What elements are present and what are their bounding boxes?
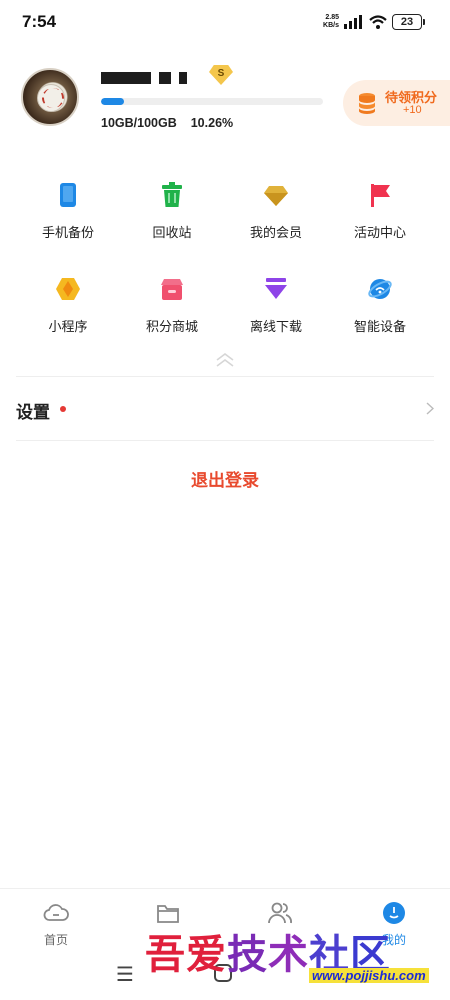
feature-label: 积分商城 (145, 319, 198, 334)
logout-button[interactable]: 退出登录 (0, 466, 450, 491)
feature-recycle-bin[interactable]: 回收站 (120, 178, 224, 272)
vip-badge-icon[interactable]: S (209, 65, 233, 85)
chevron-right-icon (426, 402, 434, 415)
menu-icon[interactable]: ☰ (116, 962, 134, 987)
feature-points-mall[interactable]: 积分商城 (120, 272, 224, 366)
status-bar: 7:54 2.85 KB/s 23 (0, 0, 450, 44)
feature-label: 小程序 (48, 319, 88, 334)
signal-icon (344, 15, 362, 29)
watermark-url: www.pojjishu.com (309, 968, 429, 983)
points-value: +10 (403, 104, 422, 116)
feature-label: 手机备份 (41, 225, 94, 240)
storage-progress-bar (101, 98, 323, 105)
divider (16, 440, 434, 441)
status-time: 7:54 (22, 12, 57, 31)
baseball-image (37, 84, 65, 112)
settings-row[interactable]: 设置 (0, 377, 450, 440)
cloud-home-icon (43, 904, 69, 921)
flag-icon (371, 184, 390, 207)
storage-progress-fill (101, 98, 124, 105)
feature-label: 智能设备 (353, 319, 406, 334)
username-redacted (101, 70, 187, 86)
battery-level: 23 (400, 16, 414, 28)
battery-icon: 23 (392, 14, 425, 30)
feature-label: 活动中心 (353, 225, 406, 240)
collapse-chevron-icon[interactable] (214, 352, 236, 368)
network-speed-value: 2.85 (325, 14, 339, 21)
nav-home[interactable]: 首页 (26, 901, 86, 948)
feature-membership[interactable]: 我的会员 (224, 178, 328, 272)
feature-offline-download[interactable]: 离线下载 (224, 272, 328, 366)
storage-info: 10GB/100GB 10.26% (101, 116, 233, 130)
feature-phone-backup[interactable]: 手机备份 (16, 178, 120, 272)
feature-label: 回收站 (152, 225, 192, 240)
watermark-logo: 吾爱技术社区 www.pojjishu.com (145, 918, 450, 988)
wifi-icon (369, 15, 387, 29)
storage-percent: 10.26% (190, 116, 234, 130)
notification-dot (60, 406, 66, 412)
network-speed-unit: KB/s (323, 22, 339, 29)
feature-activity-center[interactable]: 活动中心 (328, 178, 432, 272)
shop-icon (161, 279, 183, 300)
feature-mini-program[interactable]: 小程序 (16, 272, 120, 366)
avatar[interactable] (21, 68, 79, 126)
diamond-icon (264, 186, 288, 206)
feature-label: 我的会员 (249, 225, 302, 240)
network-speed: 2.85 KB/s (323, 14, 339, 30)
feature-smart-devices[interactable]: 智能设备 (328, 272, 432, 366)
feature-grid: 手机备份 回收站 我的会员 活动中心 小程序 积分商城 离线下载 智能设备 (0, 178, 450, 366)
nav-label: 首页 (43, 933, 68, 947)
trash-icon (162, 182, 182, 207)
download-icon (265, 278, 287, 299)
coin-stack-icon (359, 93, 375, 114)
smart-device-icon (368, 279, 392, 299)
mini-program-icon (56, 278, 80, 300)
phone-backup-icon (60, 183, 76, 207)
settings-label: 设置 (16, 403, 50, 422)
status-indicators: 2.85 KB/s 23 (323, 12, 425, 32)
storage-used: 10GB/100GB (101, 116, 177, 130)
feature-label: 离线下载 (249, 319, 302, 334)
pending-points-button[interactable]: 待领积分 +10 (343, 80, 450, 126)
